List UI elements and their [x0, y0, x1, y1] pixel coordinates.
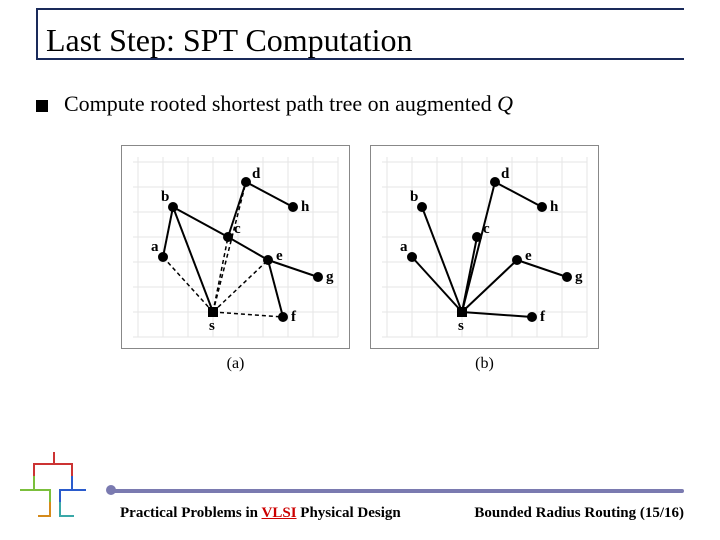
footer: Practical Problems in VLSI Physical Desi… — [0, 495, 720, 522]
graph-b: a b c d e f g h s — [377, 152, 592, 342]
panel-b-wrap: a b c d e f g h s (b) — [370, 145, 599, 373]
figure: a b c d e f g h s (a) a b c d e f g h s (b) — [36, 145, 684, 373]
svg-text:g: g — [575, 269, 583, 285]
footer-left: Practical Problems in VLSI Physical Desi… — [120, 505, 401, 522]
panel-a-label: (a) — [121, 355, 350, 373]
panel-a: a b c d e f g h s — [121, 145, 350, 349]
svg-text:e: e — [276, 248, 283, 264]
svg-text:f: f — [540, 309, 546, 325]
svg-text:a: a — [151, 239, 159, 255]
title-rule-top — [36, 8, 684, 10]
svg-text:h: h — [550, 199, 559, 215]
panel-a-wrap: a b c d e f g h s (a) — [121, 145, 350, 373]
bullet-item: Compute rooted shortest path tree on aug… — [36, 91, 684, 117]
corner-tree-art — [14, 446, 94, 526]
svg-text:b: b — [410, 189, 418, 205]
bullet-square-icon — [36, 100, 48, 112]
footer-right: Bounded Radius Routing (15/16) — [474, 505, 684, 522]
bullet-text: Compute rooted shortest path tree on aug… — [64, 91, 513, 117]
panel-b-label: (b) — [370, 355, 599, 373]
svg-text:b: b — [161, 189, 169, 205]
graph-a: a b c d e f g h s — [128, 152, 343, 342]
footer-left-prefix: Practical Problems in — [120, 505, 262, 521]
title-rule-tick — [36, 8, 38, 58]
panel-b: a b c d e f g h s — [370, 145, 599, 349]
bullet-text-italic: Q — [497, 91, 513, 116]
svg-text:s: s — [458, 318, 464, 334]
footer-left-suffix: Physical Design — [297, 505, 401, 521]
svg-text:g: g — [326, 269, 334, 285]
svg-text:e: e — [525, 248, 532, 264]
svg-text:c: c — [483, 221, 490, 237]
svg-text:d: d — [501, 166, 510, 182]
svg-text:h: h — [301, 199, 310, 215]
svg-text:s: s — [209, 318, 215, 334]
footer-rule — [110, 489, 684, 493]
bullet-text-prefix: Compute rooted shortest path tree on aug… — [64, 91, 497, 116]
svg-text:c: c — [234, 221, 241, 237]
svg-text:d: d — [252, 166, 261, 182]
page-title: Last Step: SPT Computation — [46, 22, 720, 59]
svg-text:a: a — [400, 239, 408, 255]
svg-text:f: f — [291, 309, 297, 325]
footer-vlsi: VLSI — [262, 505, 297, 521]
